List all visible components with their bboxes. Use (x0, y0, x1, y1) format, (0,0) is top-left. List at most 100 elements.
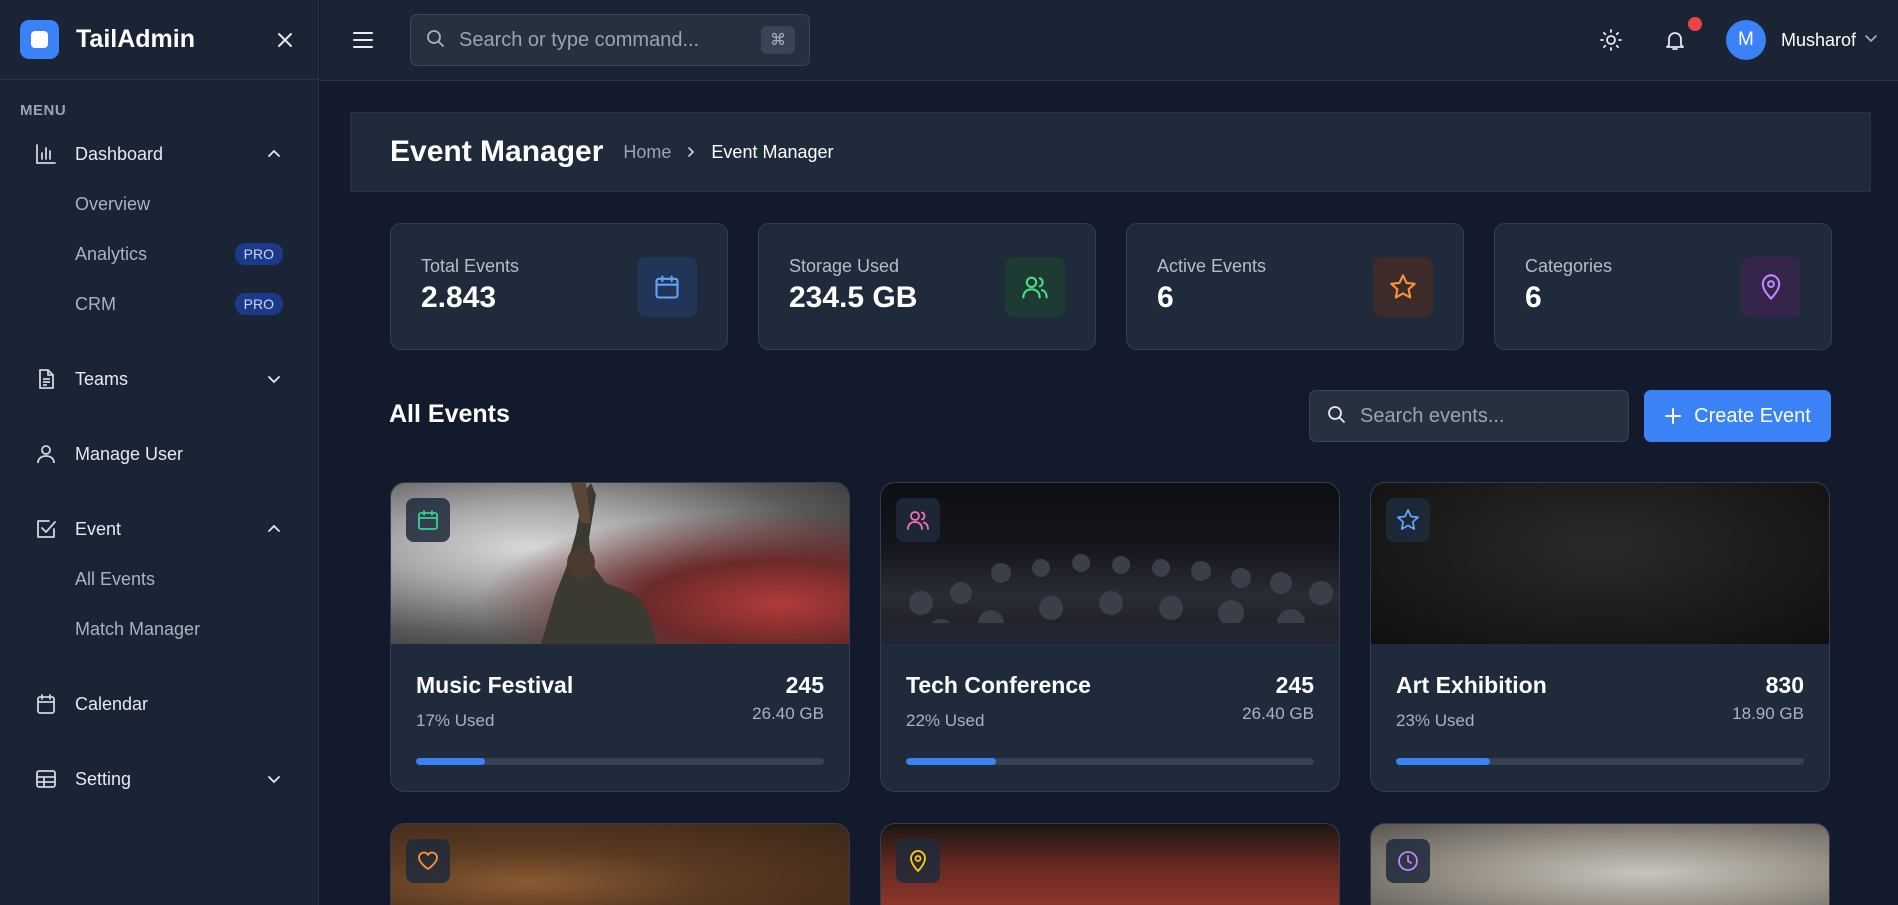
pro-badge: PRO (234, 243, 283, 265)
search-placeholder: Search or type command... (459, 28, 700, 51)
event-image (1371, 483, 1829, 644)
chevron-right-icon (685, 146, 697, 158)
notification-bell-icon[interactable] (1662, 17, 1702, 53)
usage-progress-fill (1396, 758, 1490, 765)
page-header: Event Manager Home Event Manager (350, 112, 1871, 192)
command-shortcut: ⌘ (761, 26, 795, 54)
sidebar-subitem-match-manager[interactable]: Match Manager (0, 604, 318, 654)
event-size: 26.40 GB (1242, 704, 1314, 723)
sidebar-subitem-all-events[interactable]: All Events (0, 554, 318, 604)
sidebar-subitem-label: Match Manager (75, 618, 201, 639)
sidebar-item-manage-user[interactable]: Manage User (0, 429, 318, 479)
search-placeholder: Search events... (1360, 404, 1505, 427)
sidebar-subitem-overview[interactable]: Overview (0, 179, 318, 229)
search-icon (1326, 404, 1346, 429)
avatar[interactable]: M (1725, 20, 1766, 60)
calendar-icon (637, 257, 697, 317)
event-count: 245 (785, 672, 824, 698)
users-icon (896, 498, 940, 542)
event-size: 26.40 GB (752, 704, 824, 723)
breadcrumb-home[interactable]: Home (623, 142, 671, 163)
menu-toggle-icon[interactable] (350, 27, 376, 53)
top-bar: Search or type command... ⌘ M Musharof (320, 0, 1898, 81)
stat-card-active-events: Active Events 6 (1126, 223, 1464, 350)
create-event-label: Create Event (1694, 404, 1811, 427)
calendar-icon (406, 498, 450, 542)
breadcrumb-current: Event Manager (711, 141, 834, 162)
search-icon (425, 28, 445, 53)
sidebar-item-teams[interactable]: Teams (0, 354, 318, 404)
event-size: 18.90 GB (1732, 704, 1804, 723)
event-card-music-festival[interactable]: Music Festival 17% Used 245 26.40 GB (390, 482, 850, 792)
chevron-down-icon (265, 370, 283, 388)
plus-icon (1664, 407, 1682, 425)
sidebar-item-label: Manage User (75, 443, 184, 464)
chevron-down-icon (265, 770, 283, 788)
event-image (391, 483, 849, 644)
heart-icon (406, 839, 450, 883)
event-name: Art Exhibition (1396, 672, 1547, 698)
chevron-up-icon (265, 520, 283, 538)
sidebar-header: TailAdmin (0, 0, 318, 80)
sidebar-subitem-label: Overview (75, 193, 151, 214)
chevron-down-icon[interactable] (1864, 31, 1878, 50)
menu-label: MENU (20, 102, 67, 119)
user-name[interactable]: Musharof (1781, 30, 1856, 51)
sidebar-item-label: Event (75, 518, 122, 539)
sidebar-subitem-label: CRM (75, 293, 116, 314)
sidebar-item-label: Calendar (75, 693, 149, 714)
pro-badge: PRO (234, 293, 283, 315)
map-pin-icon (896, 839, 940, 883)
sidebar-subitem-crm[interactable]: CRM PRO (0, 279, 318, 329)
app-logo[interactable] (20, 20, 59, 59)
event-card-partial[interactable] (390, 823, 850, 905)
page-title: Event Manager (390, 135, 604, 168)
stat-card-storage-used: Storage Used 234.5 GB (758, 223, 1096, 350)
event-count: 830 (1765, 672, 1804, 698)
calendar-icon (33, 691, 59, 717)
table-icon (33, 766, 59, 792)
app-name: TailAdmin (76, 25, 195, 53)
theme-toggle-sun-icon[interactable] (1598, 27, 1624, 53)
sidebar-subitem-label: Analytics (75, 243, 148, 264)
usage-progress-bar (416, 758, 824, 765)
event-name: Tech Conference (906, 672, 1091, 698)
chevron-up-icon (265, 145, 283, 163)
sidebar-item-event[interactable]: Event (0, 504, 318, 554)
users-icon (1005, 257, 1065, 317)
sidebar: TailAdmin MENU Dashboard Overview Analyt… (0, 0, 319, 905)
global-search-input[interactable]: Search or type command... ⌘ (410, 14, 810, 66)
event-card-partial[interactable] (880, 823, 1340, 905)
sidebar-item-setting[interactable]: Setting (0, 754, 318, 804)
checkbox-icon (33, 516, 59, 542)
event-count: 245 (1275, 672, 1314, 698)
event-image (881, 483, 1339, 644)
sidebar-item-calendar[interactable]: Calendar (0, 679, 318, 729)
sidebar-subitem-analytics[interactable]: Analytics PRO (0, 229, 318, 279)
sidebar-item-label: Setting (75, 768, 132, 789)
event-card-partial[interactable] (1370, 823, 1830, 905)
document-icon (33, 366, 59, 392)
bar-chart-icon (33, 141, 59, 167)
notification-dot (1687, 17, 1702, 31)
star-icon (1386, 498, 1430, 542)
usage-progress-fill (416, 758, 486, 765)
star-icon (1373, 257, 1433, 317)
event-card-tech-conference[interactable]: Tech Conference 22% Used 245 26.40 GB (880, 482, 1340, 792)
sidebar-item-label: Dashboard (75, 143, 164, 164)
sidebar-subitem-label: All Events (75, 568, 156, 589)
usage-progress-bar (906, 758, 1314, 765)
sidebar-item-dashboard[interactable]: Dashboard (0, 129, 318, 179)
event-name: Music Festival (416, 672, 574, 698)
usage-progress-bar (1396, 758, 1804, 765)
section-title: All Events (389, 400, 510, 428)
stat-card-categories: Categories 6 (1494, 223, 1832, 350)
create-event-button[interactable]: Create Event (1644, 390, 1831, 442)
sidebar-item-label: Teams (75, 368, 129, 389)
clock-icon (1386, 839, 1430, 883)
event-card-art-exhibition[interactable]: Art Exhibition 23% Used 830 18.90 GB (1370, 482, 1830, 792)
close-sidebar-icon[interactable] (272, 27, 298, 53)
user-icon (33, 441, 59, 467)
event-search-input[interactable]: Search events... (1309, 390, 1629, 442)
breadcrumb: Home Event Manager (623, 142, 833, 163)
